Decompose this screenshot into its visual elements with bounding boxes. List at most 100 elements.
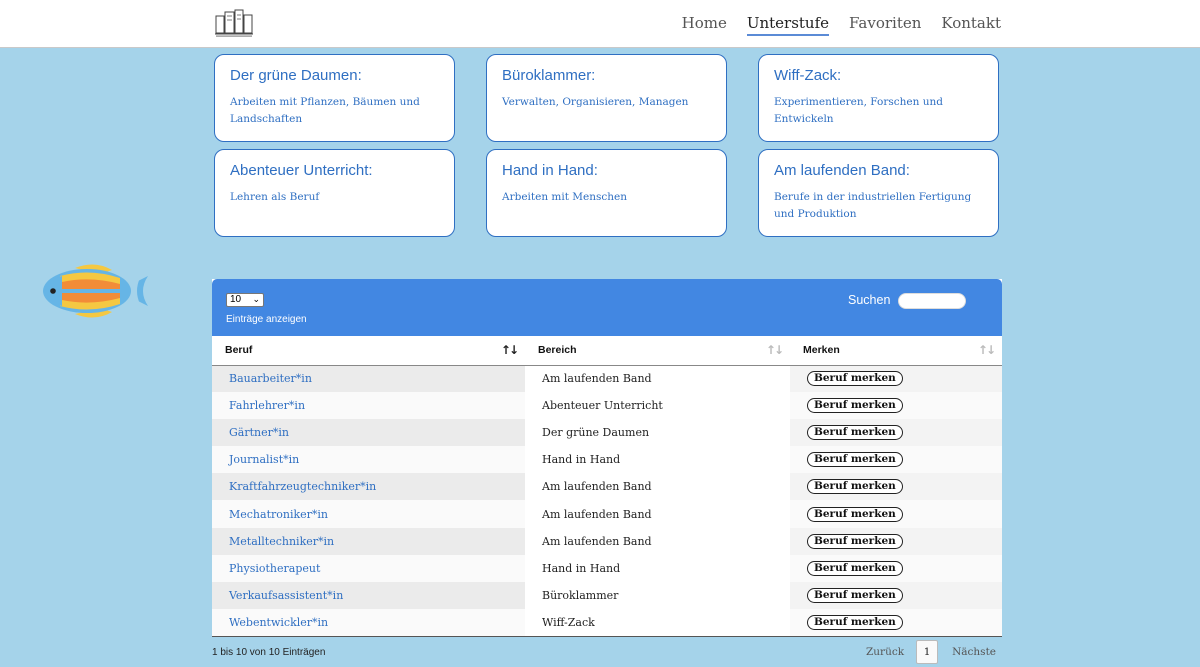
page-button-1[interactable]: 1 [916,640,939,664]
bereich-cell: Am laufenden Band [525,527,790,555]
bereich-cell: Büroklammer [525,581,790,609]
bereich-cell: Am laufenden Band [525,500,790,528]
table-row: Physiotherapeut Hand in Hand Beruf merke… [212,554,1002,582]
beruf-link[interactable]: Metalltechniker*in [212,527,525,555]
card-description: Lehren als Beruf [230,191,320,203]
card-title: Hand in Hand: [502,162,598,179]
search-label: Suchen [848,293,891,307]
nav-home[interactable]: Home [682,14,727,36]
category-card-hand-in-hand[interactable]: Hand in Hand: Arbeiten mit Menschen [486,149,727,237]
merken-cell: Beruf merken [790,419,1002,447]
category-card-abenteuer-unterricht[interactable]: Abenteuer Unterricht: Lehren als Beruf [214,149,455,237]
entries-length-value: 10 [230,294,242,305]
entries-length-label: Einträge anzeigen [226,314,307,325]
beruf-merken-button[interactable]: Beruf merken [807,533,903,549]
card-title: Am laufenden Band: [774,162,910,179]
bereich-cell: Am laufenden Band [525,365,790,393]
entries-length-select[interactable]: 10 ⌄ [226,293,264,307]
card-description: Verwalten, Organisieren, Managen [502,96,689,108]
table-row: Webentwickler*in Wiff-Zack Beruf merken [212,608,1002,636]
beruf-link[interactable]: Bauarbeiter*in [212,365,525,393]
bereich-cell: Hand in Hand [525,554,790,582]
merken-cell: Beruf merken [790,446,1002,474]
nav-unterstufe[interactable]: Unterstufe [746,14,830,36]
nav-kontakt[interactable]: Kontakt [941,14,1001,36]
jobs-table-panel: 10 ⌄ Einträge anzeigen Suchen Beruf ↑↓ B… [212,279,1002,637]
beruf-link[interactable]: Gärtner*in [212,419,525,447]
merken-cell: Beruf merken [790,581,1002,609]
table-row: Kraftfahrzeugtechniker*in Am laufenden B… [212,473,1002,501]
pagination: Zurück 1 Nächste [866,640,996,664]
card-description: Berufe in der industriellen Fertigung un… [774,191,972,220]
card-description: Arbeiten mit Pflanzen, Bäumen und Landsc… [230,96,420,125]
next-page-button[interactable]: Nächste [952,646,996,658]
column-header-label: Bereich [538,344,577,357]
beruf-merken-button[interactable]: Beruf merken [807,371,903,387]
merken-cell: Beruf merken [790,500,1002,528]
card-title: Wiff-Zack: [774,67,842,84]
table-bottom-border [212,636,1002,637]
jobs-table: Beruf ↑↓ Bereich ↑↓ Merken ↑↓ Bauarbeite… [212,336,1002,636]
table-row: Bauarbeiter*in Am laufenden Band Beruf m… [212,365,1002,393]
beruf-link[interactable]: Webentwickler*in [212,608,525,636]
sort-icon: ↑↓ [765,343,784,357]
main-nav: Home Unterstufe Favoriten Kontakt [682,14,1001,36]
merken-cell: Beruf merken [790,608,1002,636]
table-row: Journalist*in Hand in Hand Beruf merken [212,446,1002,474]
column-header-label: Merken [803,344,840,357]
sort-ascending-icon: ↑↓ [500,343,519,357]
card-description: Experimentieren, Forschen und Entwickeln [774,96,943,125]
beruf-merken-button[interactable]: Beruf merken [807,398,903,414]
sort-icon: ↑↓ [977,343,996,357]
beruf-merken-button[interactable]: Beruf merken [807,560,903,576]
merken-cell: Beruf merken [790,365,1002,393]
beruf-merken-button[interactable]: Beruf merken [807,479,903,495]
chevron-down-icon: ⌄ [252,294,260,304]
table-row: Metalltechniker*in Am laufenden Band Ber… [212,527,1002,555]
search-input[interactable] [898,293,966,309]
card-title: Der grüne Daumen: [230,67,362,84]
beruf-merken-button[interactable]: Beruf merken [807,425,903,441]
beruf-link[interactable]: Journalist*in [212,446,525,474]
card-title: Abenteuer Unterricht: [230,162,373,179]
column-header-merken[interactable]: Merken ↑↓ [790,336,1002,366]
beruf-link[interactable]: Kraftfahrzeugtechniker*in [212,473,525,501]
bereich-cell: Am laufenden Band [525,473,790,501]
previous-page-button[interactable]: Zurück [866,646,904,658]
column-header-label: Beruf [225,344,253,357]
top-header: Home Unterstufe Favoriten Kontakt [0,0,1200,48]
beruf-merken-button[interactable]: Beruf merken [807,506,903,522]
beruf-link[interactable]: Physiotherapeut [212,554,525,582]
column-header-beruf[interactable]: Beruf ↑↓ [212,336,525,366]
bereich-cell: Abenteuer Unterricht [525,392,790,420]
fish-icon [43,264,148,318]
beruf-merken-button[interactable]: Beruf merken [807,587,903,603]
bereich-cell: Wiff-Zack [525,608,790,636]
column-header-bereich[interactable]: Bereich ↑↓ [525,336,790,366]
category-card-am-laufenden-band[interactable]: Am laufenden Band: Berufe in der industr… [758,149,999,237]
beruf-merken-button[interactable]: Beruf merken [807,452,903,468]
table-row: Gärtner*in Der grüne Daumen Beruf merken [212,419,1002,447]
merken-cell: Beruf merken [790,527,1002,555]
bereich-cell: Hand in Hand [525,446,790,474]
merken-cell: Beruf merken [790,554,1002,582]
table-row: Verkaufsassistent*in Büroklammer Beruf m… [212,581,1002,609]
bereich-cell: Der grüne Daumen [525,419,790,447]
table-controls: 10 ⌄ Einträge anzeigen Suchen [212,279,1002,336]
category-card-bueroklammer[interactable]: Büroklammer: Verwalten, Organisieren, Ma… [486,54,727,142]
beruf-link[interactable]: Mechatroniker*in [212,500,525,528]
table-row: Mechatroniker*in Am laufenden Band Beruf… [212,500,1002,528]
nav-favoriten[interactable]: Favoriten [849,14,921,36]
category-card-gruene-daumen[interactable]: Der grüne Daumen: Arbeiten mit Pflanzen,… [214,54,455,142]
beruf-merken-button[interactable]: Beruf merken [807,614,903,630]
merken-cell: Beruf merken [790,392,1002,420]
beruf-link[interactable]: Verkaufsassistent*in [212,581,525,609]
card-title: Büroklammer: [502,67,596,84]
beruf-link[interactable]: Fahrlehrer*in [212,392,525,420]
table-info: 1 bis 10 von 10 Einträgen [212,647,326,658]
merken-cell: Beruf merken [790,473,1002,501]
table-row: Fahrlehrer*in Abenteuer Unterricht Beruf… [212,392,1002,420]
card-description: Arbeiten mit Menschen [502,191,628,203]
category-card-wiff-zack[interactable]: Wiff-Zack: Experimentieren, Forschen und… [758,54,999,142]
city-logo-icon[interactable] [214,8,254,38]
